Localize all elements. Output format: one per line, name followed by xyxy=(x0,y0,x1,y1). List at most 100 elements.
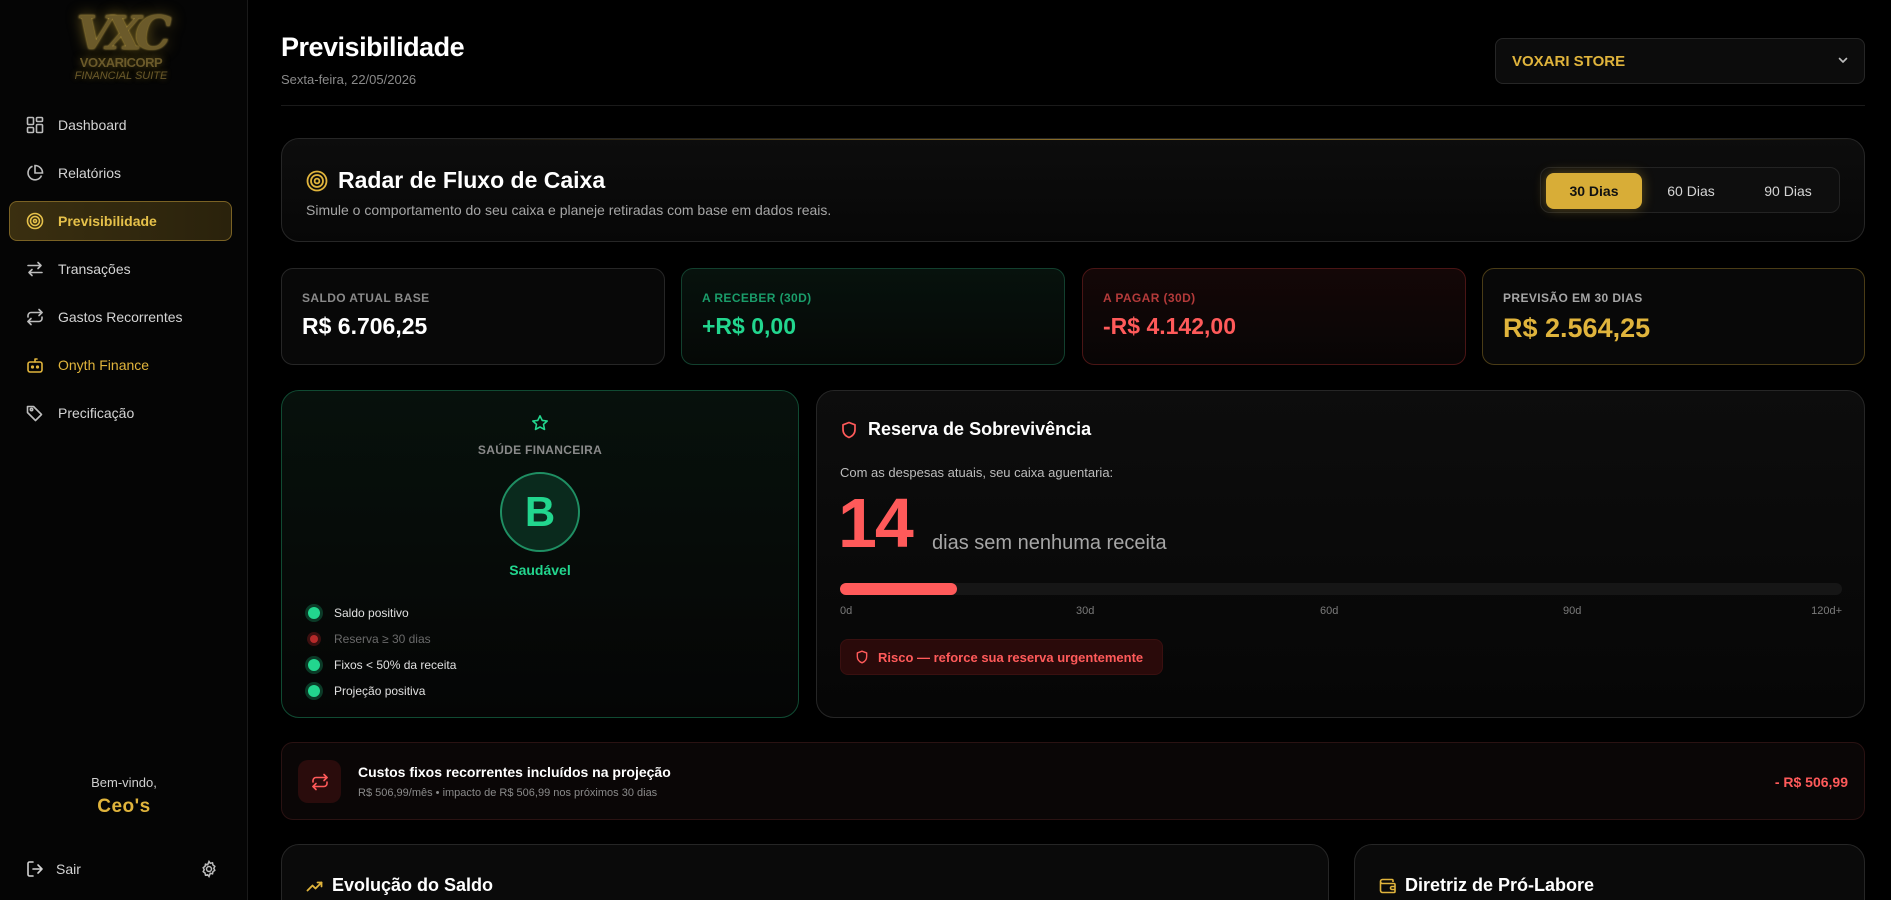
grid-icon xyxy=(25,115,45,135)
checklist-item: Projeção positiva xyxy=(308,678,456,704)
fixed-costs-row[interactable]: Custos fixos recorrentes incluídos na pr… xyxy=(281,742,1865,820)
balance-evolution-card: Evolução do Saldo xyxy=(281,844,1329,900)
checklist-item-label: Saldo positivo xyxy=(334,606,409,620)
sidebar-item-transacoes[interactable]: Transações xyxy=(9,249,232,289)
logo[interactable]: VXC VOXARICORP FINANCIAL SUITE xyxy=(56,10,186,86)
stat-value: +R$ 0,00 xyxy=(702,313,796,339)
sidebar-item-label: Relatórios xyxy=(58,165,122,181)
reserve-subtitle: Com as despesas atuais, seu caixa aguent… xyxy=(840,465,1114,480)
radar-subtitle: Simule o comportamento do seu caixa e pl… xyxy=(306,202,832,218)
target-icon xyxy=(25,211,45,231)
radar-card: Radar de Fluxo de Caixa Simule o comport… xyxy=(281,138,1865,242)
repeat-icon xyxy=(298,760,341,803)
gear-icon[interactable] xyxy=(200,860,218,878)
health-label: SAÚDE FINANCEIRA xyxy=(477,443,603,457)
period-60-button[interactable]: 60 Dias xyxy=(1643,173,1739,209)
sidebar-item-label: Precificação xyxy=(58,405,135,421)
balance-evolution-title-text: Evolução do Saldo xyxy=(332,875,494,895)
reserve-days-text: dias sem nenhuma receita xyxy=(932,532,1167,554)
check-fail-dot xyxy=(310,635,318,643)
sidebar-item-previsibilidade[interactable]: Previsibilidade xyxy=(9,201,232,241)
health-grade-badge: B xyxy=(500,472,580,552)
sidebar-item-precificacao[interactable]: Precificação xyxy=(9,393,232,433)
sidebar-nav: Dashboard Relatórios Previsibilidade Tra… xyxy=(9,105,232,441)
sidebar-item-label: Gastos Recorrentes xyxy=(58,309,183,325)
logo-tagline: FINANCIAL SUITE xyxy=(74,70,168,82)
radar-title-text: Radar de Fluxo de Caixa xyxy=(338,167,606,193)
reserve-title-text: Reserva de Sobrevivência xyxy=(868,419,1092,439)
target-icon xyxy=(306,170,328,192)
fixed-costs-value: - R$ 506,99 xyxy=(1774,774,1848,790)
stat-value: -R$ 4.142,00 xyxy=(1103,313,1236,339)
tick-label: 0d xyxy=(840,605,853,617)
fixed-costs-title: Custos fixos recorrentes incluídos na pr… xyxy=(358,764,671,780)
sidebar: VXC VOXARICORP FINANCIAL SUITE Dashboard… xyxy=(0,0,248,900)
page-date: Sexta-feira, 22/05/2026 xyxy=(281,72,417,87)
stat-saldo-atual: SALDO ATUAL BASE R$ 6.706,25 xyxy=(281,268,665,365)
period-90-button[interactable]: 90 Dias xyxy=(1740,173,1836,209)
risk-alert-text: Risco — reforce sua reserva urgentemente xyxy=(878,649,1144,665)
checklist-item-label: Fixos < 50% da receita xyxy=(334,658,457,672)
wallet-icon xyxy=(1379,877,1397,895)
prolabore-title: Diretriz de Pró-Labore xyxy=(1379,875,1594,896)
reserve-days-number: 14 xyxy=(838,484,914,562)
sidebar-item-label: Previsibilidade xyxy=(58,213,157,229)
financial-health-card: SAÚDE FINANCEIRA B Saudável Saldo positi… xyxy=(281,390,799,718)
stat-label: SALDO ATUAL BASE xyxy=(302,291,430,305)
shield-icon xyxy=(855,650,869,664)
fixed-costs-subtitle: R$ 506,99/mês • impacto de R$ 506,99 nos… xyxy=(358,787,658,799)
pie-chart-icon xyxy=(25,163,45,183)
header-divider xyxy=(281,105,1865,106)
reserve-progress-track xyxy=(840,583,1842,595)
sidebar-item-gastos-recorrentes[interactable]: Gastos Recorrentes xyxy=(9,297,232,337)
robot-icon xyxy=(25,355,45,375)
tag-icon xyxy=(25,403,45,423)
shield-icon xyxy=(840,421,858,439)
tick-label: 90d xyxy=(1563,605,1582,617)
check-ok-dot xyxy=(308,685,320,697)
repeat-icon xyxy=(25,307,45,327)
arrows-swap-icon xyxy=(25,259,45,279)
sidebar-item-label: Transações xyxy=(58,261,131,277)
welcome-block: Bem-vindo, Ceo's xyxy=(0,775,248,818)
prolabore-card: Diretriz de Pró-Labore xyxy=(1354,844,1865,900)
store-select[interactable]: VOXARI STORE xyxy=(1495,38,1865,84)
page-title: Previsibilidade xyxy=(281,32,465,62)
stat-a-receber: A RECEBER (30D) +R$ 0,00 xyxy=(681,268,1065,365)
sidebar-item-label: Onyth Finance xyxy=(58,357,150,373)
sidebar-item-dashboard[interactable]: Dashboard xyxy=(9,105,232,145)
period-30-button[interactable]: 30 Dias xyxy=(1546,173,1642,209)
checklist-item: Reserva ≥ 30 dias xyxy=(308,626,456,652)
tick-label: 60d xyxy=(1320,605,1339,617)
stat-a-pagar: A PAGAR (30D) -R$ 4.142,00 xyxy=(1082,268,1466,365)
health-status: Saudável xyxy=(509,562,571,578)
check-ok-dot xyxy=(308,607,320,619)
star-icon xyxy=(531,414,549,432)
prolabore-title-text: Diretriz de Pró-Labore xyxy=(1405,875,1595,895)
logout-label: Sair xyxy=(56,861,81,877)
tick-label: 30d xyxy=(1076,605,1095,617)
checklist-item-label: Reserva ≥ 30 dias xyxy=(334,632,431,646)
chevron-down-icon xyxy=(1836,53,1850,67)
sidebar-item-label: Dashboard xyxy=(58,117,127,133)
logout-button[interactable]: Sair xyxy=(26,860,81,878)
radar-title: Radar de Fluxo de Caixa xyxy=(306,167,605,194)
stat-value: R$ 6.706,25 xyxy=(302,313,428,339)
logout-icon xyxy=(26,860,44,878)
period-selector: 30 Dias 60 Dias 90 Dias xyxy=(1540,167,1840,213)
welcome-text: Bem-vindo, xyxy=(91,775,157,790)
tick-label: 120d+ xyxy=(1811,605,1842,617)
checklist-item: Saldo positivo xyxy=(308,600,456,626)
reserve-progress-fill xyxy=(840,583,957,595)
reserve-ticks: 0d 30d 60d 90d 120d+ xyxy=(840,605,1842,619)
survival-reserve-card: Reserva de Sobrevivência Com as despesas… xyxy=(816,390,1865,718)
stat-value: R$ 2.564,25 xyxy=(1503,313,1651,343)
sidebar-item-relatorios[interactable]: Relatórios xyxy=(9,153,232,193)
logo-mark: VXC xyxy=(76,6,171,60)
check-ok-dot xyxy=(308,659,320,671)
trending-up-icon xyxy=(306,877,324,895)
store-select-value: VOXARI STORE xyxy=(1512,52,1626,70)
sidebar-item-onyth-finance[interactable]: Onyth Finance xyxy=(9,345,232,385)
stat-previsao: PREVISÃO EM 30 DIAS R$ 2.564,25 xyxy=(1482,268,1865,365)
reserve-title: Reserva de Sobrevivência xyxy=(840,419,1091,440)
